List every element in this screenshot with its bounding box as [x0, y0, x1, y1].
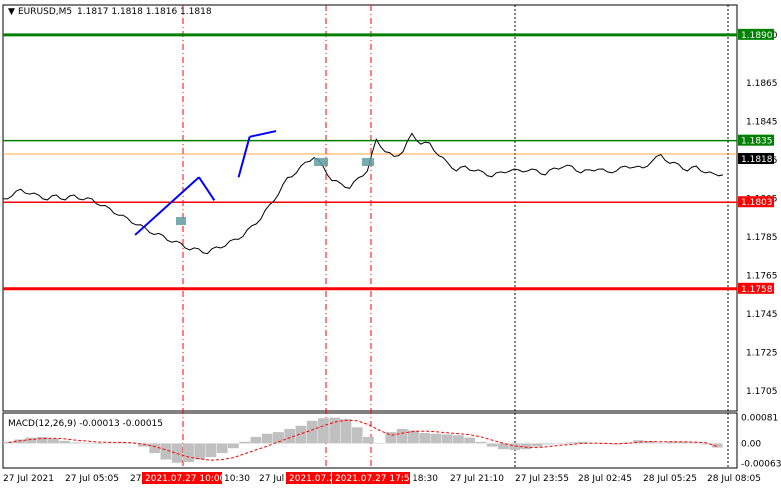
macd-bar — [59, 440, 71, 444]
time-tag-1: 2021.07.27 10:00 — [145, 474, 226, 484]
macd-tick-2: -0.00063 — [741, 460, 781, 470]
price-axis-labels: 1.18901.18651.18451.18251.18051.17851.17… — [746, 31, 778, 397]
price-panel-frame — [2, 4, 738, 412]
macd-bar — [228, 443, 239, 449]
level-tag-1.1890: 1.1890 — [741, 31, 773, 41]
macd-bar — [239, 441, 251, 444]
macd-bar — [531, 443, 543, 447]
macd-bar — [543, 443, 554, 445]
price-tick-9: 1.1705 — [746, 387, 778, 397]
triangle-down-icon: ▼ — [8, 7, 15, 17]
macd-bar — [216, 443, 228, 454]
ohlc-label: 1.1817 1.1818 1.1816 1.1818 — [77, 7, 212, 17]
macd-bar — [351, 427, 363, 444]
price-tick-6: 1.1765 — [746, 271, 778, 281]
marker-1450 — [314, 158, 328, 166]
macd-bar — [340, 419, 352, 444]
chart-canvas: 1.18901.18651.18451.18251.18051.17851.17… — [2, 4, 781, 484]
macd-bar — [183, 443, 194, 463]
macd-bar — [81, 443, 93, 444]
time-tag-3: 2021.07.27 17:50 — [335, 474, 416, 484]
symbol-label: EURUSD,M5 — [18, 7, 72, 17]
x-tick-1: 27 Jul 05:05 — [65, 474, 119, 484]
macd-bar — [70, 442, 82, 444]
macd-bar — [25, 437, 37, 444]
macd-bar — [93, 443, 104, 444]
macd-bar — [205, 443, 217, 457]
marker-1000 — [176, 217, 186, 225]
macd-bar — [655, 442, 667, 444]
macd-bar — [171, 443, 183, 463]
macd-bar — [374, 443, 386, 444]
price-tick-8: 1.1725 — [746, 348, 778, 358]
macd-bar — [261, 433, 273, 444]
macd-bar — [453, 435, 464, 444]
macd-bar — [486, 443, 498, 447]
macd-bar — [250, 436, 262, 444]
macd-bar — [441, 434, 453, 444]
x-tick-0: 27 Jul 2021 — [3, 474, 54, 484]
price-tick-7: 1.1745 — [746, 310, 778, 320]
macd-bar — [363, 436, 374, 444]
level-tag-1.1758: 1.1758 — [741, 285, 773, 295]
macd-bar — [565, 442, 577, 444]
macd-bar — [306, 420, 318, 444]
macd-bar — [3, 441, 14, 444]
x-tick-3: 27 Jul — [259, 474, 284, 484]
macd-bar — [149, 443, 161, 454]
macd-bar — [520, 443, 532, 450]
macd-bar — [554, 443, 566, 444]
macd-bar — [36, 436, 48, 444]
x-tick-6: 27 Jul 23:55 — [515, 474, 569, 484]
macd-bar — [711, 443, 723, 448]
macd-tick-1: 0.00 — [741, 439, 761, 449]
macd-bar — [475, 441, 487, 444]
macd-bar — [194, 443, 206, 460]
x-tick-5: 27 Jul 21:10 — [450, 474, 504, 484]
x-tick-8: 28 Jul 05:25 — [643, 474, 697, 484]
price-tick-5: 1.1785 — [746, 233, 778, 243]
macd-label: MACD(12,26,9) -0.00013 -0.00015 — [8, 419, 163, 429]
x-tick-4: 18:30 — [412, 474, 438, 484]
marker-1750 — [362, 158, 374, 166]
macd-bar — [396, 428, 408, 444]
macd-tick-0: 0.00081 — [741, 413, 778, 423]
current-price-label: 1.1818 — [741, 155, 773, 165]
price-tick-1: 1.1865 — [746, 79, 778, 89]
level-tag-1.1835: 1.1835 — [741, 137, 773, 147]
macd-bar — [318, 418, 329, 444]
macd-bar — [419, 433, 431, 444]
macd-bar — [48, 438, 59, 444]
macd-bar — [408, 430, 419, 444]
x-tick-7: 28 Jul 02:45 — [578, 474, 632, 484]
level-tag-1.1803: 1.1803 — [741, 198, 773, 208]
price-tick-2: 1.1845 — [746, 117, 778, 127]
time-tag-2: 2021.07.2 — [289, 474, 335, 484]
x-tick-9: 28 Jul 08:05 — [707, 474, 761, 484]
x-tick-10: 10:30 — [224, 474, 250, 484]
macd-bar — [509, 443, 521, 450]
macd-bar — [464, 437, 476, 444]
macd-axis-labels: 0.00081 0.00 -0.00063 — [741, 413, 781, 469]
macd-bar — [329, 417, 341, 444]
macd-bar — [430, 433, 442, 444]
x-tick-2: 27 — [130, 474, 141, 484]
